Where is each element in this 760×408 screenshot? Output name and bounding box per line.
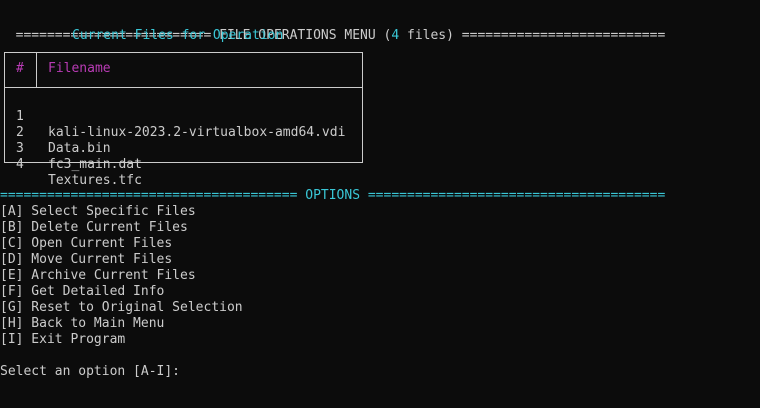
option-exit-program: [I] Exit Program — [0, 332, 126, 347]
row-filename: Data.bin — [48, 141, 111, 156]
option-archive-current-files: [E] Archive Current Files — [0, 268, 196, 283]
input-prompt[interactable]: Select an option [A-I]: — [0, 364, 188, 380]
table-row: 1 kali-linux-2023.2-virtualbox-amd64.vdi — [5, 93, 345, 140]
table-row: 4 Textures.tfc — [5, 141, 142, 188]
row-index: 4 — [16, 157, 24, 172]
table-row: 2 Data.bin — [5, 109, 111, 156]
header-title-suffix: files) — [399, 28, 454, 43]
option-open-current-files: [C] Open Current Files — [0, 236, 173, 251]
option-get-detailed-info: [F] Get Detailed Info — [0, 284, 165, 299]
files-table: # Filename 1 kali-linux-2023.2-virtualbo… — [4, 52, 363, 188]
option-back-to-main-menu: [H] Back to Main Menu — [0, 316, 165, 331]
table-row: 3 fc3_main.dat — [5, 125, 142, 172]
row-filename: fc3_main.dat — [48, 157, 142, 172]
option-move-current-files: [D] Move Current Files — [0, 252, 173, 267]
table-column-divider — [36, 53, 37, 87]
column-header-filename: Filename — [48, 61, 111, 76]
option-delete-current-files: [B] Delete Current Files — [0, 220, 188, 235]
option-reset-original-selection: [G] Reset to Original Selection — [0, 300, 243, 315]
row-filename: Textures.tfc — [48, 173, 142, 188]
table-caption: Current Files for Operation — [72, 28, 284, 43]
option-select-specific-files: [A] Select Specific Files — [0, 204, 196, 219]
header-file-count: 4 — [391, 28, 400, 43]
menu-header: ========================= FILE OPERATION… — [0, 12, 666, 43]
row-filename: kali-linux-2023.2-virtualbox-amd64.vdi — [48, 125, 346, 140]
column-header-number: # — [16, 61, 24, 76]
table-header-divider — [5, 87, 362, 88]
options-header: ====================================== O… — [0, 188, 666, 203]
header-right-rule: ========================== — [453, 28, 666, 43]
